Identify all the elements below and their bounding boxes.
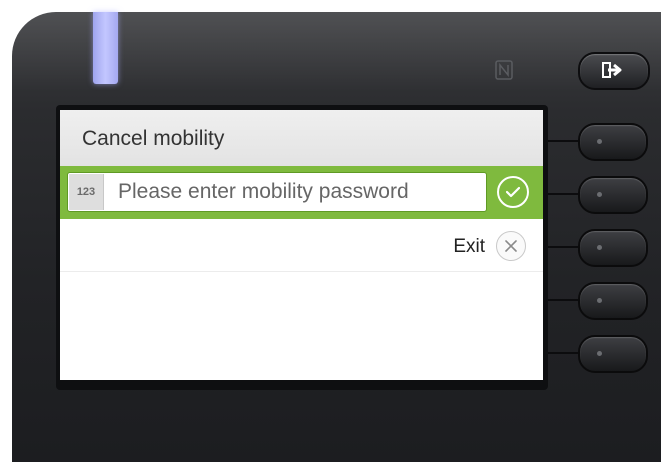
softkey-dot: [597, 245, 602, 250]
nfc-icon: [495, 60, 513, 80]
screen-header: Cancel mobility: [60, 110, 543, 166]
exit-label: Exit: [453, 236, 485, 257]
input-mode-badge[interactable]: 123: [69, 174, 104, 210]
softkey-dot: [597, 298, 602, 303]
softkey-3[interactable]: [578, 229, 648, 267]
exit-row[interactable]: Exit: [60, 219, 543, 272]
checkmark-icon: [506, 186, 520, 198]
confirm-button[interactable]: [497, 176, 529, 208]
softkey-connector: [545, 193, 581, 195]
softkey-dot: [597, 192, 602, 197]
softkey-5[interactable]: [578, 335, 648, 373]
softkey-connector: [545, 299, 581, 301]
softkey-dot: [597, 351, 602, 356]
display-screen: Cancel mobility 123 Exit: [60, 110, 543, 380]
softkey-connector: [545, 352, 581, 354]
softkey-dot: [597, 139, 602, 144]
softkey-1[interactable]: [578, 123, 648, 161]
softkey-connector: [545, 246, 581, 248]
password-input[interactable]: [118, 173, 478, 211]
password-row: 123: [60, 166, 543, 219]
softkey-2[interactable]: [578, 176, 648, 214]
close-icon: [505, 240, 517, 252]
password-input-box[interactable]: 123: [67, 172, 487, 212]
softkey-4[interactable]: [578, 282, 648, 320]
page-title: Cancel mobility: [82, 127, 225, 150]
exit-button[interactable]: [496, 231, 526, 261]
softkey-connector: [545, 140, 581, 142]
exit-arrow-icon: [602, 62, 622, 78]
status-led: [93, 12, 118, 84]
exit-hardkey[interactable]: [578, 52, 650, 90]
